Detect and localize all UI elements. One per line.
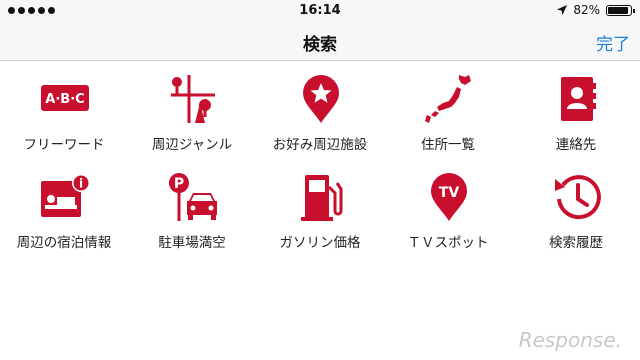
menu-item-label: 周辺ジャンル [151, 137, 233, 153]
menu-item-search-history[interactable]: 検索履歴 [512, 159, 640, 251]
menu-row-1: A·B·C フリーワード 周辺ジャンル お好み周辺施設 住所一覧 連絡先 [0, 61, 640, 153]
location-arrow-icon [557, 5, 568, 15]
tv-pin-icon: TV [431, 173, 467, 221]
menu-item-label: ＴＶスポット [407, 235, 489, 251]
contacts-book-icon [561, 77, 596, 121]
menu-item-label: 住所一覧 [421, 137, 475, 153]
hotel-bed-icon: i [41, 174, 90, 217]
menu-item-free-word[interactable]: A·B·C フリーワード [0, 61, 128, 153]
status-bar: 16:14 82% [0, 0, 640, 22]
menu-item-contacts[interactable]: 連絡先 [512, 61, 640, 153]
menu-item-label: ガソリン価格 [279, 235, 361, 251]
done-button[interactable]: 完了 [596, 30, 630, 55]
history-clock-icon [555, 175, 601, 220]
menu-item-label: 検索履歴 [549, 235, 603, 251]
abc-icon-text: A·B·C [45, 92, 84, 107]
star-pin-icon [303, 75, 339, 123]
menu-item-nearby-lodging[interactable]: i 周辺の宿泊情報 [0, 159, 128, 251]
menu-item-parking-availability[interactable]: P 駐車場満空 [128, 159, 256, 251]
navigation-bar: 検索 完了 [0, 22, 640, 61]
map-pins-icon [171, 75, 215, 123]
menu-item-label: 駐車場満空 [158, 235, 226, 251]
page-title: 検索 [303, 35, 337, 55]
battery-fill [608, 6, 628, 14]
status-time: 16:14 [299, 3, 341, 18]
abc-keyboard-icon: A·B·C [41, 85, 89, 111]
menu-item-label: お好み周辺施設 [272, 137, 368, 153]
status-right: 82% [557, 3, 635, 17]
menu-item-favorite-facilities[interactable]: お好み周辺施設 [256, 61, 384, 153]
info-icon-text: i [79, 177, 83, 191]
battery-icon [606, 4, 635, 16]
watermark-logo: Response. [518, 328, 622, 352]
japan-map-icon [425, 75, 471, 123]
menu-row-2: i 周辺の宿泊情報 P 駐車場満空 ガソリン価格 TV ＴＶスポット 検索履歴 [0, 159, 640, 251]
menu-item-gas-price[interactable]: ガソリン価格 [256, 159, 384, 251]
menu-item-label: 周辺の宿泊情報 [16, 235, 112, 251]
menu-item-address-list[interactable]: 住所一覧 [384, 61, 512, 153]
fuel-pump-icon [301, 175, 343, 221]
tv-icon-text: TV [439, 185, 460, 201]
menu-item-nearby-genre[interactable]: 周辺ジャンル [128, 61, 256, 153]
menu-item-label: 連絡先 [555, 137, 597, 153]
parking-icon-text: P [174, 176, 184, 192]
menu-item-tv-spot[interactable]: TV ＴＶスポット [384, 159, 512, 251]
parking-car-icon: P [169, 173, 217, 221]
battery-percentage: 82% [573, 3, 600, 17]
menu-item-label: フリーワード [23, 137, 105, 153]
